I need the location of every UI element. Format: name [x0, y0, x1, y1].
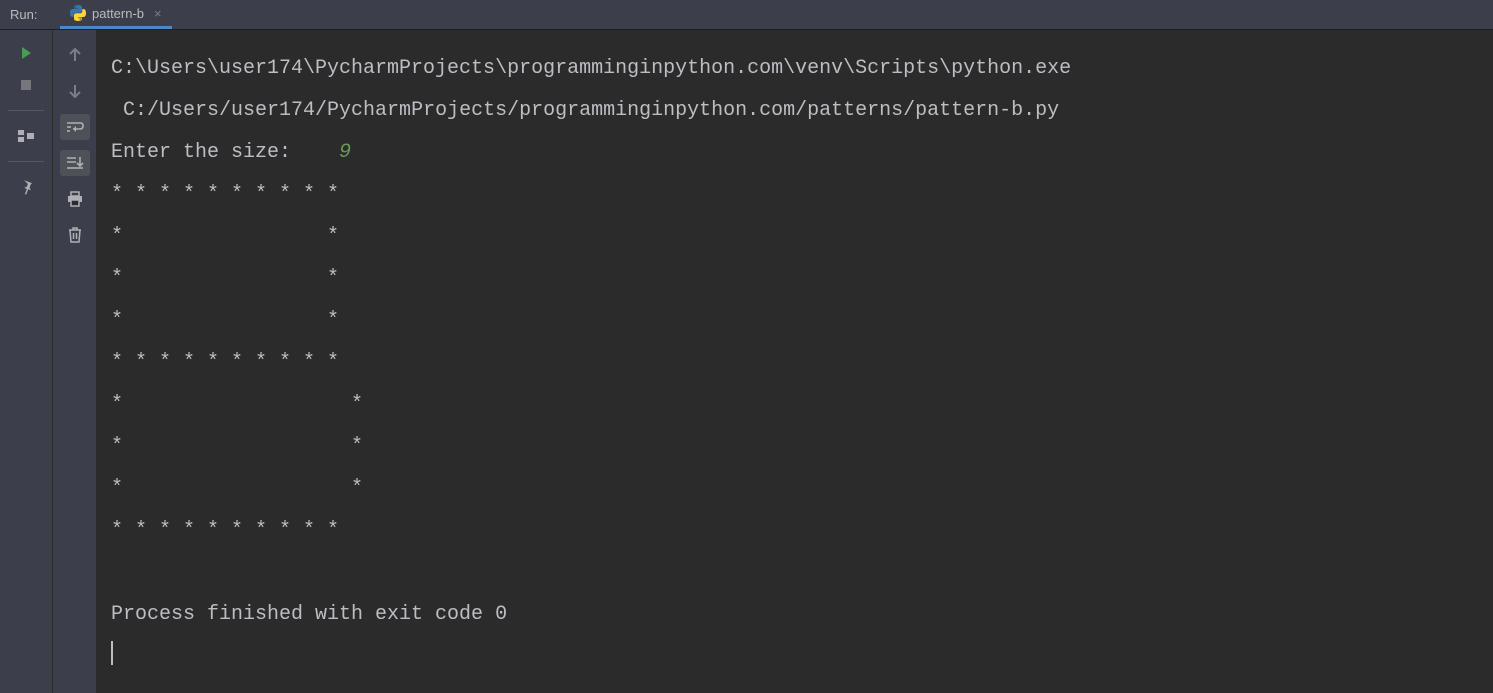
- gutter-separator: [8, 110, 44, 111]
- console-pattern-line: * *: [111, 225, 339, 248]
- tab-label: pattern-b: [92, 6, 144, 21]
- run-tab-active[interactable]: pattern-b ×: [60, 0, 172, 29]
- print-button[interactable]: [60, 186, 90, 212]
- console-pattern-line: * *: [111, 267, 339, 290]
- scroll-down-button[interactable]: [60, 78, 90, 104]
- soft-wrap-icon: [66, 120, 84, 134]
- close-tab-icon[interactable]: ×: [154, 6, 162, 21]
- scroll-to-end-icon: [66, 156, 84, 170]
- console-user-input: 9: [339, 141, 351, 164]
- console-pattern-line: * *: [111, 309, 339, 332]
- layout-button[interactable]: [12, 125, 40, 147]
- play-icon: [19, 46, 33, 60]
- console-script-path: C:/Users/user174/PycharmProjects/program…: [123, 99, 1059, 122]
- rerun-button[interactable]: [12, 42, 40, 64]
- console-pattern-line: * *: [111, 477, 363, 500]
- console-prompt: Enter the size:: [111, 141, 339, 164]
- run-panel-label: Run:: [0, 0, 60, 29]
- trash-icon: [68, 227, 82, 243]
- arrow-up-icon: [68, 47, 82, 63]
- text-cursor: [111, 641, 113, 665]
- console-pattern-line: * *: [111, 435, 363, 458]
- stop-icon: [20, 79, 32, 91]
- console-pattern-line: * * * * * * * * * *: [111, 351, 339, 374]
- soft-wrap-button[interactable]: [60, 114, 90, 140]
- run-left-gutter: [0, 30, 53, 693]
- console-pattern-line: * * * * * * * * * *: [111, 519, 339, 542]
- pin-icon: [18, 179, 34, 195]
- scroll-up-button[interactable]: [60, 42, 90, 68]
- gutter-separator: [8, 161, 44, 162]
- console-cmd-line: C:\Users\user174\PycharmProjects\program…: [111, 57, 1071, 80]
- pin-button[interactable]: [12, 176, 40, 198]
- console-output[interactable]: C:\Users\user174\PycharmProjects\program…: [97, 30, 1493, 693]
- print-icon: [67, 191, 83, 207]
- console-pattern-line: * * * * * * * * * *: [111, 183, 339, 206]
- run-tabbar: Run: pattern-b ×: [0, 0, 1493, 30]
- python-file-icon: [70, 5, 86, 21]
- run-panel-body: C:\Users\user174\PycharmProjects\program…: [0, 30, 1493, 693]
- stop-button[interactable]: [12, 74, 40, 96]
- console-exit-message: Process finished with exit code 0: [111, 603, 507, 626]
- arrow-down-icon: [68, 83, 82, 99]
- console-pattern-line: * *: [111, 393, 363, 416]
- run-second-gutter: [53, 30, 97, 693]
- clear-button[interactable]: [60, 222, 90, 248]
- scroll-to-end-button[interactable]: [60, 150, 90, 176]
- layout-icon: [18, 130, 34, 142]
